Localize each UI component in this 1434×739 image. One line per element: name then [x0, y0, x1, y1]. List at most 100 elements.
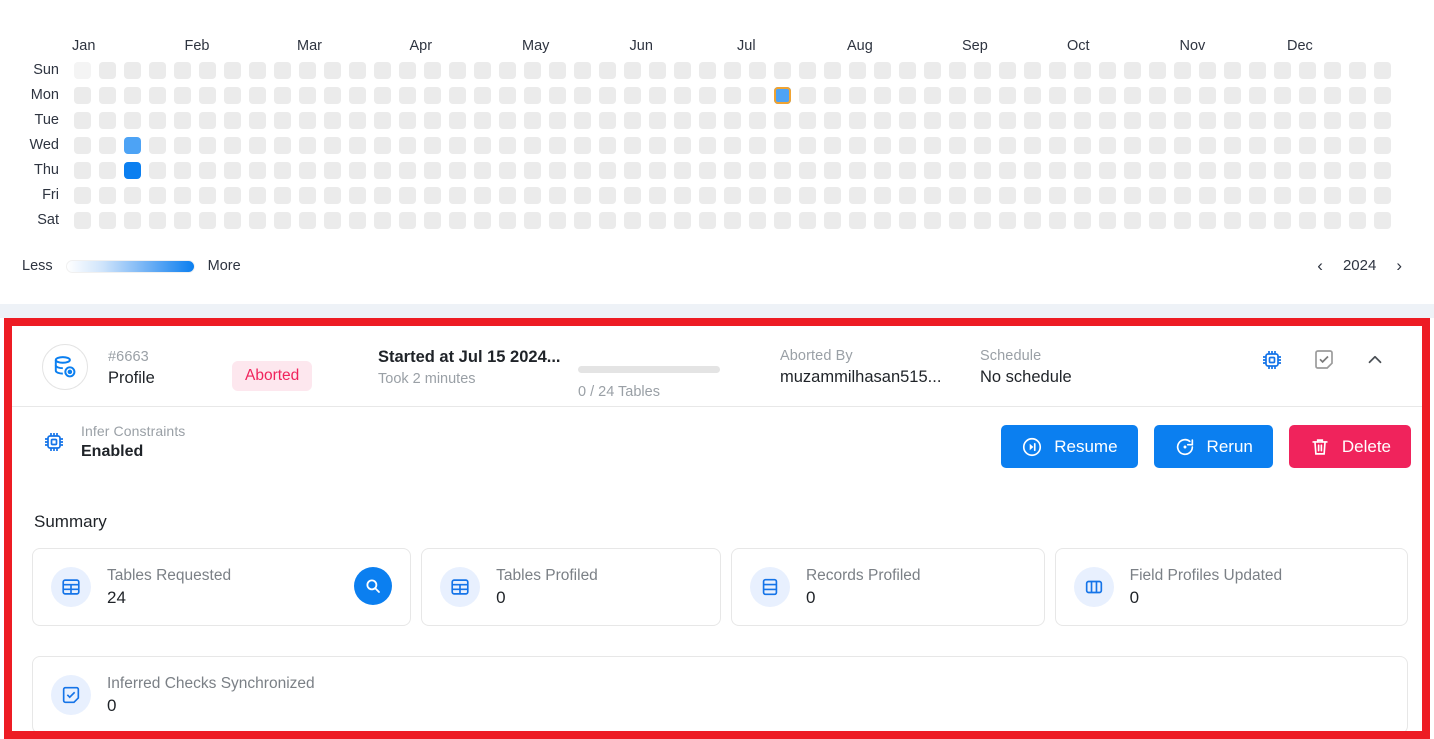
heatmap-day-cell[interactable]	[124, 112, 141, 129]
heatmap-day-cell[interactable]	[99, 187, 116, 204]
heatmap-day-cell[interactable]	[924, 187, 941, 204]
heatmap-day-cell[interactable]	[824, 187, 841, 204]
heatmap-day-cell[interactable]	[1199, 62, 1216, 79]
heatmap-day-cell[interactable]	[1249, 87, 1266, 104]
heatmap-day-cell[interactable]	[624, 212, 641, 229]
heatmap-day-cell[interactable]	[274, 162, 291, 179]
heatmap-day-cell[interactable]	[199, 162, 216, 179]
heatmap-day-cell[interactable]	[1074, 137, 1091, 154]
heatmap-day-cell[interactable]	[274, 112, 291, 129]
heatmap-day-cell[interactable]	[1249, 212, 1266, 229]
heatmap-day-cell[interactable]	[499, 87, 516, 104]
heatmap-day-cell[interactable]	[549, 62, 566, 79]
heatmap-day-cell[interactable]	[1024, 62, 1041, 79]
heatmap-day-cell[interactable]	[449, 137, 466, 154]
heatmap-day-cell[interactable]	[1024, 137, 1041, 154]
heatmap-day-cell[interactable]	[149, 187, 166, 204]
heatmap-day-cell[interactable]	[774, 212, 791, 229]
heatmap-day-cell[interactable]	[1124, 87, 1141, 104]
heatmap-day-cell[interactable]	[824, 162, 841, 179]
heatmap-day-cell[interactable]	[524, 187, 541, 204]
heatmap-day-cell[interactable]	[1374, 212, 1391, 229]
heatmap-day-cell[interactable]	[1024, 212, 1041, 229]
heatmap-day-cell[interactable]	[749, 137, 766, 154]
heatmap-day-cell[interactable]	[174, 137, 191, 154]
heatmap-day-cell[interactable]	[1349, 62, 1366, 79]
heatmap-day-cell[interactable]	[424, 87, 441, 104]
heatmap-day-cell[interactable]	[799, 187, 816, 204]
heatmap-day-cell[interactable]	[999, 137, 1016, 154]
heatmap-day-cell[interactable]	[724, 62, 741, 79]
heatmap-day-cell[interactable]	[1099, 62, 1116, 79]
heatmap-day-cell[interactable]	[224, 87, 241, 104]
heatmap-day-cell[interactable]	[674, 87, 691, 104]
heatmap-day-cell[interactable]	[974, 62, 991, 79]
heatmap-day-cell[interactable]	[1224, 162, 1241, 179]
heatmap-day-cell[interactable]	[699, 87, 716, 104]
heatmap-day-cell[interactable]	[699, 162, 716, 179]
heatmap-day-cell[interactable]	[749, 87, 766, 104]
heatmap-day-cell[interactable]	[399, 187, 416, 204]
heatmap-day-cell[interactable]	[949, 187, 966, 204]
heatmap-day-cell[interactable]	[1124, 162, 1141, 179]
heatmap-day-cell[interactable]	[474, 187, 491, 204]
heatmap-day-cell[interactable]	[249, 212, 266, 229]
heatmap-day-cell[interactable]	[1299, 137, 1316, 154]
heatmap-day-cell[interactable]	[199, 212, 216, 229]
heatmap-day-cell[interactable]	[624, 162, 641, 179]
heatmap-day-cell[interactable]	[874, 87, 891, 104]
heatmap-day-cell[interactable]	[999, 87, 1016, 104]
heatmap-day-cell[interactable]	[924, 87, 941, 104]
heatmap-day-cell[interactable]	[1324, 162, 1341, 179]
heatmap-day-cell[interactable]	[799, 137, 816, 154]
heatmap-day-cell[interactable]	[1349, 187, 1366, 204]
heatmap-day-cell[interactable]	[724, 162, 741, 179]
heatmap-day-cell[interactable]	[649, 62, 666, 79]
summary-card-inferred-checks-synchronized[interactable]: Inferred Checks Synchronized 0	[32, 656, 1408, 731]
heatmap-day-cell[interactable]	[424, 112, 441, 129]
heatmap-day-cell[interactable]	[424, 212, 441, 229]
heatmap-day-cell[interactable]	[1299, 87, 1316, 104]
heatmap-day-cell[interactable]	[549, 212, 566, 229]
heatmap-day-cell[interactable]	[374, 87, 391, 104]
heatmap-day-cell[interactable]	[524, 212, 541, 229]
heatmap-day-cell[interactable]	[1324, 112, 1341, 129]
heatmap-day-cell[interactable]	[649, 137, 666, 154]
heatmap-day-cell[interactable]	[624, 137, 641, 154]
heatmap-day-cell[interactable]	[999, 187, 1016, 204]
heatmap-day-cell[interactable]	[899, 212, 916, 229]
heatmap-day-cell[interactable]	[699, 212, 716, 229]
rerun-button[interactable]: Rerun	[1153, 425, 1273, 468]
heatmap-day-cell[interactable]	[1074, 187, 1091, 204]
heatmap-day-cell[interactable]	[924, 62, 941, 79]
heatmap-day-cell[interactable]	[449, 112, 466, 129]
heatmap-day-cell[interactable]	[1149, 137, 1166, 154]
heatmap-day-cell[interactable]	[324, 187, 341, 204]
heatmap-day-cell[interactable]	[1374, 112, 1391, 129]
heatmap-day-cell[interactable]	[599, 162, 616, 179]
heatmap-day-cell[interactable]	[849, 162, 866, 179]
heatmap-day-cell[interactable]	[1374, 137, 1391, 154]
heatmap-day-cell[interactable]	[299, 87, 316, 104]
heatmap-day-cell[interactable]	[399, 137, 416, 154]
chip-icon[interactable]	[1260, 348, 1284, 372]
heatmap-day-cell[interactable]	[199, 87, 216, 104]
heatmap-day-cell[interactable]	[1349, 137, 1366, 154]
heatmap-day-cell[interactable]	[1249, 162, 1266, 179]
heatmap-day-cell[interactable]	[1074, 112, 1091, 129]
heatmap-day-cell[interactable]	[1324, 62, 1341, 79]
heatmap-day-cell[interactable]	[449, 87, 466, 104]
heatmap-day-cell[interactable]	[424, 137, 441, 154]
heatmap-day-cell[interactable]	[1024, 187, 1041, 204]
heatmap-day-cell[interactable]	[1024, 87, 1041, 104]
heatmap-day-cell[interactable]	[1374, 162, 1391, 179]
heatmap-day-cell[interactable]	[124, 87, 141, 104]
heatmap-day-cell[interactable]	[1074, 62, 1091, 79]
heatmap-day-cell[interactable]	[524, 137, 541, 154]
heatmap-day-cell[interactable]	[399, 162, 416, 179]
heatmap-day-cell[interactable]	[949, 87, 966, 104]
heatmap-day-cell[interactable]	[299, 187, 316, 204]
heatmap-day-cell[interactable]	[224, 137, 241, 154]
heatmap-day-cell[interactable]	[1124, 187, 1141, 204]
heatmap-day-cell[interactable]	[124, 187, 141, 204]
